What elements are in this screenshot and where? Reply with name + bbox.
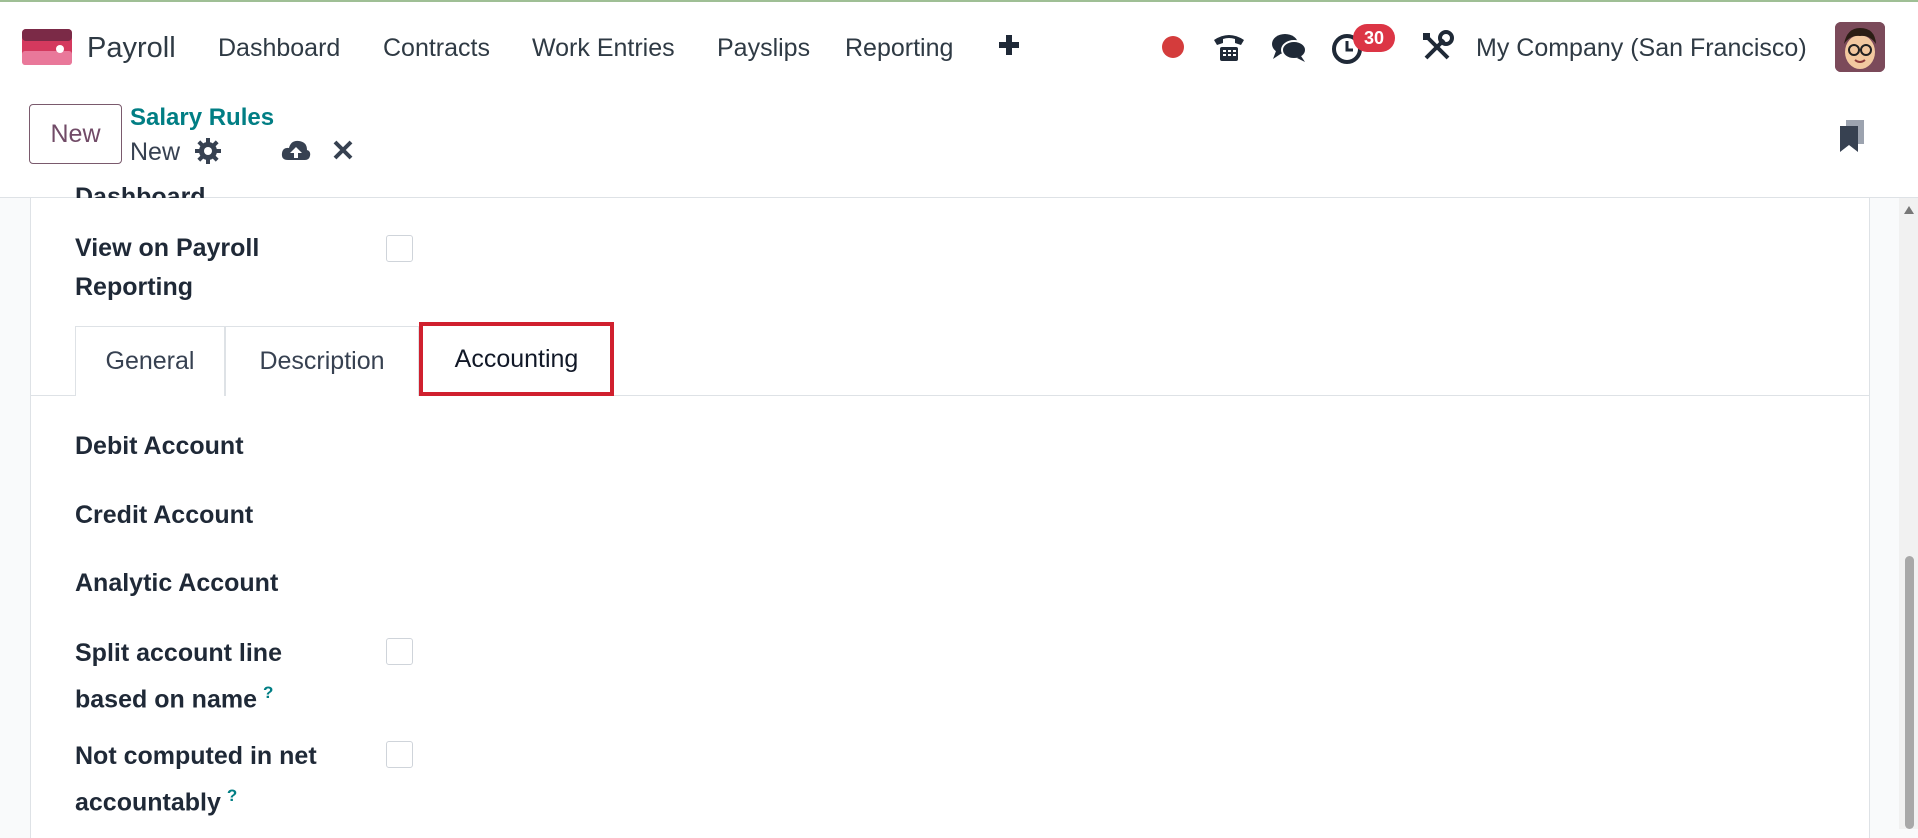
bookmark-icon[interactable] bbox=[1838, 118, 1866, 154]
analytic-account-label: Analytic Account bbox=[75, 569, 279, 597]
close-icon[interactable] bbox=[331, 138, 355, 162]
gear-icon[interactable] bbox=[194, 137, 222, 165]
not-computed-label: Not computed in net accountably? bbox=[75, 737, 320, 822]
control-panel: New Salary Rules New bbox=[0, 92, 1918, 198]
help-icon[interactable]: ? bbox=[263, 683, 273, 702]
scroll-up-arrow[interactable] bbox=[1904, 206, 1914, 214]
view-on-payroll-reporting-label: View on Payroll Reporting bbox=[75, 234, 260, 301]
view-on-payroll-reporting-checkbox[interactable] bbox=[386, 235, 413, 262]
tab-description[interactable]: Description bbox=[225, 326, 419, 396]
cut-off-label: Dashboard bbox=[75, 183, 206, 198]
split-account-line-checkbox[interactable] bbox=[386, 638, 413, 665]
tab-general[interactable]: General bbox=[75, 326, 225, 396]
help-icon[interactable]: ? bbox=[227, 786, 237, 805]
app-name[interactable]: Payroll bbox=[87, 32, 176, 65]
new-button[interactable]: New bbox=[29, 104, 122, 164]
breadcrumb-salary-rules[interactable]: Salary Rules bbox=[130, 104, 274, 132]
cloud-upload-icon[interactable] bbox=[280, 136, 312, 164]
company-switcher[interactable]: My Company (San Francisco) bbox=[1476, 34, 1807, 63]
not-computed-checkbox[interactable] bbox=[386, 741, 413, 768]
menu-payslips[interactable]: Payslips bbox=[717, 34, 810, 63]
chat-icon[interactable] bbox=[1270, 28, 1308, 66]
plus-icon[interactable] bbox=[996, 30, 1022, 60]
menu-work-entries[interactable]: Work Entries bbox=[532, 34, 675, 63]
phone-icon[interactable] bbox=[1210, 28, 1248, 66]
menu-contracts[interactable]: Contracts bbox=[383, 34, 490, 63]
record-dot-icon[interactable] bbox=[1162, 36, 1184, 58]
split-account-line-text: Split account line based on name bbox=[75, 639, 282, 714]
not-computed-text: Not computed in net accountably bbox=[75, 742, 317, 817]
scrollbar-thumb[interactable] bbox=[1905, 556, 1914, 829]
menu-reporting[interactable]: Reporting bbox=[845, 34, 953, 63]
menu-dashboard[interactable]: Dashboard bbox=[218, 34, 340, 63]
top-navbar: Payroll Dashboard Contracts Work Entries… bbox=[0, 0, 1918, 92]
activity-count-badge: 30 bbox=[1353, 24, 1395, 52]
split-account-line-label: Split account line based on name? bbox=[75, 634, 320, 719]
record-name: New bbox=[130, 138, 181, 166]
credit-account-label: Credit Account bbox=[75, 501, 254, 529]
payroll-app-icon[interactable] bbox=[22, 29, 72, 65]
debit-account-label: Debit Account bbox=[75, 432, 244, 460]
tools-icon[interactable] bbox=[1418, 28, 1456, 66]
tab-accounting[interactable]: Accounting bbox=[419, 322, 614, 396]
user-avatar[interactable] bbox=[1835, 22, 1885, 72]
